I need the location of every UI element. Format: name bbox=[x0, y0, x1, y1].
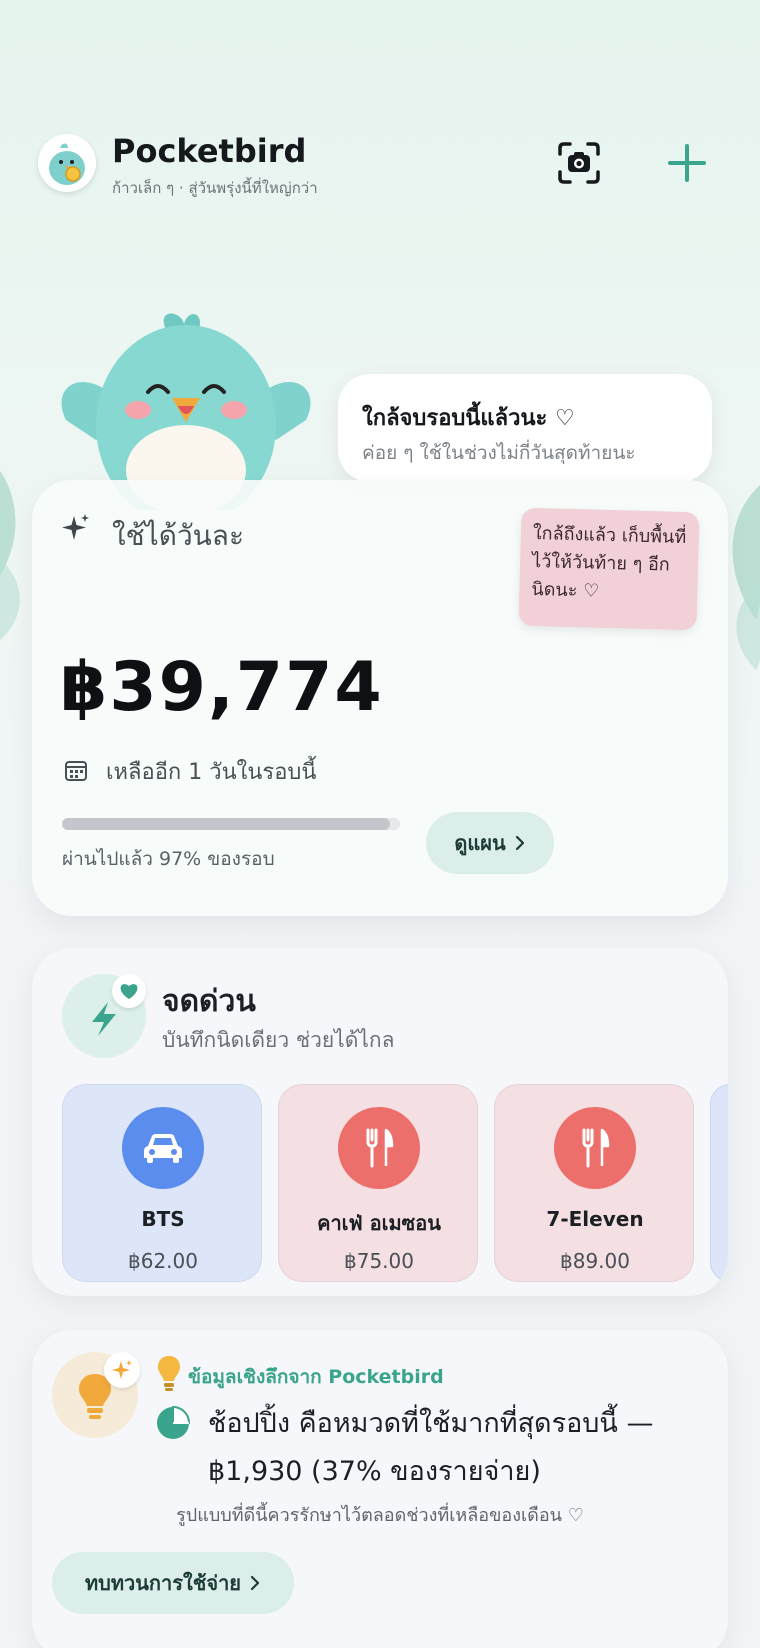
calendar-icon bbox=[65, 761, 87, 781]
sparkle-icon bbox=[112, 1360, 132, 1379]
quick-tile-amount: ฿75.00 bbox=[344, 1249, 414, 1273]
pie-chart-icon bbox=[157, 1406, 190, 1439]
bubble-subtitle: ค่อย ๆ ใช้ในช่วงไม่กี่วันสุดท้ายนะ bbox=[362, 442, 636, 464]
budget-label: ใช้ได้วันละ bbox=[112, 519, 245, 552]
quick-tile-amount: ฿62.00 bbox=[128, 1249, 198, 1273]
app-header: Pocketbird ก้าวเล็ก ๆ · สู่วันพรุ่งนี้ที… bbox=[38, 132, 728, 198]
quick-tile-partial[interactable] bbox=[710, 1084, 728, 1282]
insight-main-text: ช้อปปิ้ง คือหมวดที่ใช้มากที่สุดรอบนี้ — … bbox=[208, 1408, 654, 1487]
leaf-right-decoration bbox=[732, 485, 760, 670]
camera-scan-button[interactable] bbox=[556, 140, 602, 186]
bubble-title: ใกล้จบรอบนี้แล้วนะ ♡ bbox=[362, 406, 575, 431]
review-spending-label: ทบทวนการใช้จ่าย bbox=[84, 1571, 242, 1595]
insight-note: รูปแบบที่ดีนี้ควรรักษาไว้ตลอดช่วงที่เหลื… bbox=[176, 1505, 584, 1526]
daily-budget-card: ใช้ได้วันละ ใกล้ถึงแล้ว เก็บพื้นที่ไว้ให… bbox=[32, 480, 728, 916]
app-tagline: ก้าวเล็ก ๆ · สู่วันพรุ่งนี้ที่ใหญ่กว่า bbox=[112, 179, 318, 197]
avatar[interactable] bbox=[38, 134, 96, 192]
utensils-icon bbox=[582, 1128, 610, 1168]
camera-scan-icon bbox=[558, 142, 600, 184]
quick-tile-icon-circle bbox=[338, 1107, 420, 1189]
plus-icon bbox=[668, 144, 706, 182]
daily-budget-amount: ฿39,774 bbox=[60, 648, 384, 727]
app-title: Pocketbird bbox=[112, 132, 307, 170]
sticky-note: ใกล้ถึงแล้ว เก็บพื้นที่ไว้ให้วันท้าย ๆ อ… bbox=[518, 507, 700, 631]
add-button[interactable] bbox=[664, 140, 710, 186]
chevron-right-icon bbox=[250, 1575, 260, 1591]
review-spending-button[interactable]: ทบทวนการใช้จ่าย bbox=[52, 1552, 294, 1614]
view-plan-button[interactable]: ดูแผน bbox=[426, 812, 554, 874]
chevron-right-icon bbox=[515, 835, 524, 851]
quick-entry-subtitle: บันทึกนิดเดียว ช่วยได้ไกล bbox=[162, 1028, 395, 1052]
cycle-progress-bar bbox=[62, 818, 400, 830]
utensils-icon bbox=[366, 1128, 394, 1168]
quick-tile-amount: ฿89.00 bbox=[560, 1249, 630, 1273]
quick-entry-title: จดด่วน bbox=[162, 984, 256, 1019]
quick-tile-name: 7-Eleven bbox=[546, 1207, 644, 1231]
quick-tile-icon-circle bbox=[122, 1107, 204, 1189]
quick-tile-cafe-amazon[interactable]: คาเฟ่ อเมซอน ฿75.00 bbox=[278, 1084, 478, 1282]
sparkle-icon bbox=[62, 514, 89, 540]
bird-logo-icon bbox=[38, 134, 96, 192]
view-plan-label: ดูแผน bbox=[454, 831, 506, 855]
quick-tile-name: BTS bbox=[141, 1207, 185, 1231]
lightbulb-small-icon bbox=[158, 1356, 180, 1391]
car-icon bbox=[144, 1134, 182, 1163]
quick-tile-7-eleven[interactable]: 7-Eleven ฿89.00 bbox=[494, 1084, 694, 1282]
insight-heading: ข้อมูลเชิงลึกจาก Pocketbird bbox=[188, 1366, 444, 1388]
quick-tile-name: คาเฟ่ อเมซอน bbox=[317, 1211, 441, 1235]
quick-entry-card: จดด่วน บันทึกนิดเดียว ช่วยได้ไกล BTS ฿62… bbox=[32, 948, 728, 1296]
cycle-progress-fill bbox=[62, 818, 390, 830]
days-remaining-text: เหลืออีก 1 วันในรอบนี้ bbox=[106, 760, 317, 785]
quick-tile-icon-circle bbox=[554, 1107, 636, 1189]
quick-tile-bts[interactable]: BTS ฿62.00 bbox=[62, 1084, 262, 1282]
insight-card: ข้อมูลเชิงลึกจาก Pocketbird ช้อปปิ้ง คือ… bbox=[32, 1330, 728, 1648]
cycle-progress-text: ผ่านไปแล้ว 97% ของรอบ bbox=[62, 848, 275, 870]
heart-badge bbox=[112, 974, 146, 1008]
speech-bubble: ใกล้จบรอบนี้แล้วนะ ♡ ค่อย ๆ ใช้ในช่วงไม่… bbox=[338, 374, 712, 482]
heart-icon bbox=[120, 984, 138, 999]
sparkle-badge bbox=[104, 1352, 140, 1388]
